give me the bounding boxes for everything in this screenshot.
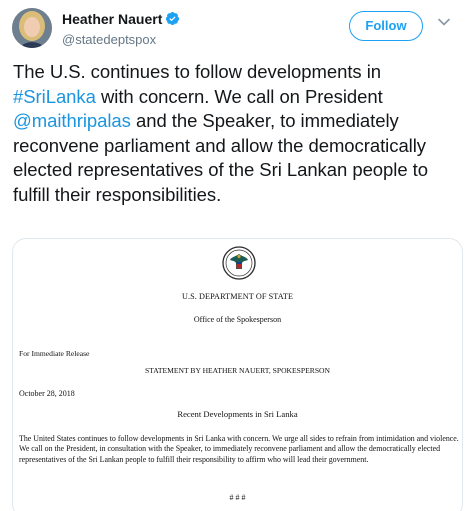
verified-badge-icon: [165, 11, 180, 26]
end-mark: # # #: [229, 493, 246, 502]
tweet-text: The U.S. continues to follow development…: [13, 60, 458, 207]
statement-subject: Recent Developments in Sri Lanka: [177, 409, 298, 419]
statement-heading: STATEMENT BY HEATHER NAUERT, SPOKESPERSO…: [144, 366, 331, 375]
chevron-down-icon[interactable]: [437, 15, 451, 29]
statement-date: October 28, 2018: [19, 389, 75, 398]
author-display-name[interactable]: Heather Nauert: [62, 11, 162, 27]
tweet-text-part: The U.S. continues to follow development…: [13, 61, 381, 82]
mention-link[interactable]: @maithripalas: [13, 110, 131, 131]
follow-button[interactable]: Follow: [349, 11, 423, 41]
avatar[interactable]: [12, 8, 52, 48]
tweet-header: Heather Nauert @statedeptspox Follow: [12, 8, 453, 48]
department-heading: U.S. DEPARTMENT OF STATE: [181, 292, 294, 301]
tweet-text-part: with concern. We call on President: [95, 85, 383, 107]
attached-image-card[interactable]: U.S. DEPARTMENT OF STATE Office of the S…: [12, 238, 463, 511]
hashtag-link[interactable]: #SriLanka: [13, 86, 96, 107]
state-department-seal-icon: [222, 246, 256, 280]
office-heading: Office of the Spokesperson: [193, 315, 282, 324]
press-statement-document: U.S. DEPARTMENT OF STATE Office of the S…: [13, 239, 462, 511]
author-handle[interactable]: @statedeptspox: [62, 32, 180, 47]
release-note: For Immediate Release: [19, 349, 90, 358]
statement-body: The United States continues to follow de…: [19, 434, 459, 464]
author-names: Heather Nauert @statedeptspox: [62, 10, 180, 47]
